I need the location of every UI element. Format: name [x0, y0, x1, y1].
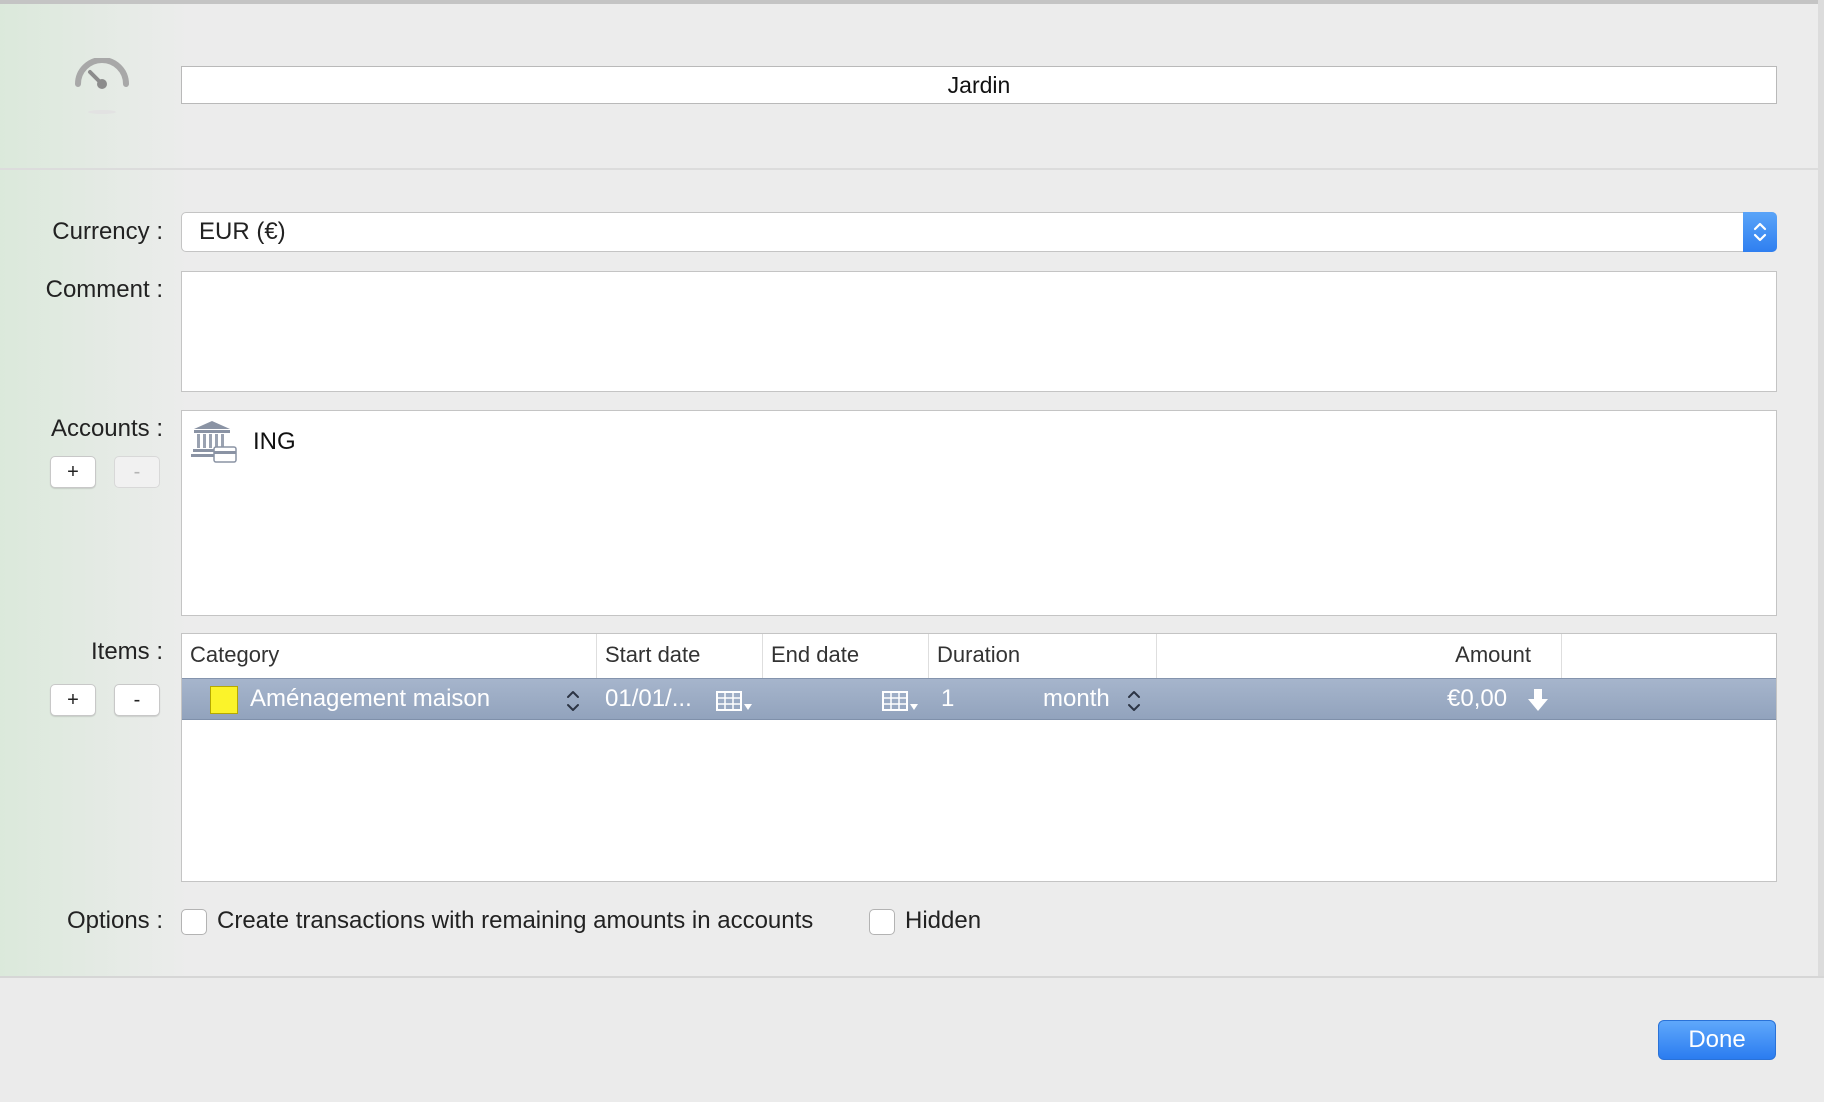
items-table[interactable]: Category Start date End date Duration Am… — [181, 633, 1777, 882]
currency-selected-value: EUR (€) — [199, 218, 286, 245]
currency-select[interactable]: EUR (€) — [181, 212, 1777, 252]
chevron-updown-icon[interactable] — [1743, 212, 1777, 252]
footer-bar — [0, 978, 1824, 1102]
window-top-edge — [0, 0, 1824, 4]
hidden-checkbox[interactable] — [869, 909, 895, 935]
remaining-amounts-checkbox[interactable] — [181, 909, 207, 935]
calendar-icon[interactable] — [716, 691, 754, 713]
column-header-amount[interactable]: Amount — [1157, 634, 1562, 678]
column-header-end-date[interactable]: End date — [763, 634, 929, 678]
done-button[interactable]: Done — [1658, 1020, 1776, 1060]
accounts-label: Accounts : — [50, 415, 163, 442]
duration-value-cell[interactable]: 1 — [941, 679, 954, 719]
remove-account-button[interactable]: - — [114, 456, 160, 488]
comment-label: Comment : — [45, 276, 163, 303]
column-header-category[interactable]: Category — [182, 634, 597, 678]
gauge-icon — [74, 57, 130, 118]
duration-unit-stepper-icon[interactable] — [1127, 689, 1141, 713]
budget-name-field[interactable]: Jardin — [181, 66, 1777, 104]
bank-icon — [190, 419, 238, 465]
arrow-down-icon[interactable] — [1527, 688, 1549, 712]
remove-item-button[interactable]: - — [114, 684, 160, 716]
window-right-edge — [1818, 0, 1824, 1102]
amount-cell[interactable]: €0,00 — [1447, 679, 1507, 719]
category-stepper-icon[interactable] — [566, 689, 580, 713]
currency-label: Currency : — [52, 218, 163, 245]
category-color-swatch — [210, 686, 238, 714]
add-account-button[interactable]: + — [50, 456, 96, 488]
sidebar-gradient — [0, 4, 190, 980]
hidden-label[interactable]: Hidden — [905, 907, 981, 935]
accounts-list[interactable]: ING — [181, 410, 1777, 616]
table-row[interactable]: Aménagement maison 01/01/... 1 month €0,… — [182, 678, 1776, 720]
category-cell[interactable]: Aménagement maison — [250, 679, 490, 719]
items-label: Items : — [90, 638, 163, 665]
add-item-button[interactable]: + — [50, 684, 96, 716]
column-header-duration[interactable]: Duration — [929, 634, 1157, 678]
remaining-amounts-label[interactable]: Create transactions with remaining amoun… — [217, 907, 813, 935]
header-divider — [0, 168, 1824, 170]
options-label: Options : — [66, 907, 163, 934]
account-name: ING — [253, 428, 296, 455]
start-date-cell[interactable]: 01/01/... — [605, 679, 692, 719]
calendar-icon[interactable] — [882, 691, 920, 713]
column-header-start-date[interactable]: Start date — [597, 634, 763, 678]
comment-textarea[interactable] — [181, 271, 1777, 392]
duration-unit-cell[interactable]: month — [1043, 679, 1110, 719]
